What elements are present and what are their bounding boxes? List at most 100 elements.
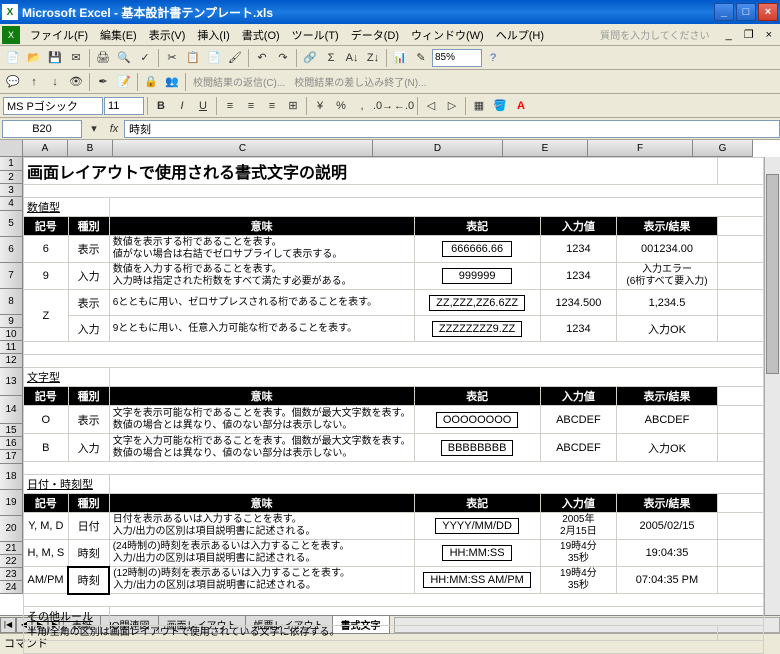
row-header-20[interactable]: 20: [0, 516, 23, 542]
cell[interactable]: 表示: [68, 236, 109, 263]
menu-file[interactable]: ファイル(F): [24, 25, 94, 45]
cell[interactable]: [717, 217, 763, 236]
cell[interactable]: 表示: [68, 406, 109, 434]
cell[interactable]: 1,234.5: [617, 290, 718, 316]
col-header-E[interactable]: E: [503, 140, 588, 157]
cell[interactable]: ABCDEF: [540, 434, 617, 462]
col-header-F[interactable]: F: [588, 140, 693, 157]
cell[interactable]: [24, 185, 764, 198]
menu-tools[interactable]: ツール(T): [286, 25, 345, 45]
row-header-17[interactable]: 17: [0, 450, 23, 464]
cell[interactable]: [717, 158, 763, 185]
cell[interactable]: [717, 263, 763, 290]
percent-icon[interactable]: %: [331, 96, 351, 116]
undo-icon[interactable]: ↶: [252, 48, 272, 68]
row-header-24[interactable]: 24: [0, 581, 23, 594]
menu-help[interactable]: ヘルプ(H): [490, 25, 550, 45]
cell[interactable]: [717, 316, 763, 342]
paste-icon[interactable]: 📄: [204, 48, 224, 68]
fmtpaint-icon[interactable]: 🖌: [225, 48, 245, 68]
sum-icon[interactable]: Σ: [321, 48, 341, 68]
draw-icon[interactable]: ✎: [411, 48, 431, 68]
tab-first-icon[interactable]: |◀: [0, 617, 16, 633]
doc-restore[interactable]: ❐: [738, 26, 760, 43]
open-icon[interactable]: 📂: [24, 48, 44, 68]
row-header-8[interactable]: 8: [0, 289, 23, 315]
close-button[interactable]: ×: [758, 3, 778, 21]
row-header-2[interactable]: 2: [0, 171, 23, 184]
cell[interactable]: 日付を表示あるいは入力することを表す。入力/出力の区別は項目説明書に記述される。: [109, 513, 414, 540]
cell[interactable]: 入力: [68, 316, 109, 342]
cell[interactable]: 入力OK: [617, 434, 718, 462]
cell[interactable]: BBBBBBBB: [414, 434, 540, 462]
cut-icon[interactable]: ✂: [162, 48, 182, 68]
cell[interactable]: Z: [24, 290, 69, 342]
cell[interactable]: 数値を入力する桁であることを表す。入力時は指定された桁数をすべて満たす必要がある…: [109, 263, 414, 290]
cell[interactable]: 種別: [68, 217, 109, 236]
cell[interactable]: [24, 355, 764, 368]
row-header-15[interactable]: 15: [0, 424, 23, 437]
row-header-13[interactable]: 13: [0, 368, 23, 396]
cell[interactable]: 種別: [68, 387, 109, 406]
cell[interactable]: 19:04:35: [617, 540, 718, 567]
col-header-B[interactable]: B: [68, 140, 113, 157]
active-cell[interactable]: 時刻: [68, 567, 109, 594]
cell[interactable]: 9とともに用い、任意入力可能な桁であることを表す。: [109, 316, 414, 342]
ink-icon[interactable]: ✒: [93, 72, 113, 92]
cell[interactable]: 2005/02/15: [617, 513, 718, 540]
inc-decimal-icon[interactable]: .0→: [373, 96, 393, 116]
cell[interactable]: [717, 387, 763, 406]
cell[interactable]: [717, 236, 763, 263]
col-header-G[interactable]: G: [693, 140, 753, 157]
cell[interactable]: 数値を表示する桁であることを表す。値がない場合は右詰でゼロサプライして表示する。: [109, 236, 414, 263]
select-all-corner[interactable]: [0, 140, 23, 157]
zoom-input[interactable]: [432, 49, 482, 67]
row-header-21[interactable]: 21: [0, 542, 23, 555]
row-header-14[interactable]: 14: [0, 396, 23, 424]
review-reply-label[interactable]: 校閲結果の返信(C)...: [189, 74, 289, 89]
cell[interactable]: 入力エラー(6桁すべて要入力): [617, 263, 718, 290]
row-header-22[interactable]: 22: [0, 555, 23, 568]
fill-icon[interactable]: 🪣: [490, 96, 510, 116]
cell[interactable]: その他ルール: [24, 607, 110, 626]
indent-inc-icon[interactable]: ▷: [442, 96, 462, 116]
worksheet[interactable]: ABCDEFG 12345678910111213141516171819202…: [0, 140, 780, 615]
comment-next-icon[interactable]: ↓: [45, 72, 65, 92]
print-icon[interactable]: 🖨: [93, 48, 113, 68]
track-icon[interactable]: 📝: [114, 72, 134, 92]
cell[interactable]: AM/PM: [24, 567, 69, 594]
cell[interactable]: 意味: [109, 387, 414, 406]
cell[interactable]: 1234.500: [540, 290, 617, 316]
cell[interactable]: 表記: [414, 217, 540, 236]
cell[interactable]: 入力: [68, 263, 109, 290]
cell[interactable]: 999999: [414, 263, 540, 290]
cell[interactable]: 1234: [540, 316, 617, 342]
font-size[interactable]: [104, 97, 144, 115]
currency-icon[interactable]: ¥: [310, 96, 330, 116]
menu-data[interactable]: データ(D): [345, 25, 405, 45]
name-box[interactable]: [2, 120, 82, 138]
cell[interactable]: 入力OK: [617, 316, 718, 342]
cell[interactable]: 表示/結果: [617, 387, 718, 406]
maximize-button[interactable]: □: [736, 3, 756, 21]
scroll-thumb[interactable]: [766, 174, 779, 374]
cell[interactable]: [717, 406, 763, 434]
review-merge-label[interactable]: 校閲結果の差し込み終了(N)...: [290, 74, 430, 89]
protect-icon[interactable]: 🔒: [141, 72, 161, 92]
cell[interactable]: 6とともに用い、ゼロサプレスされる桁であることを表す。: [109, 290, 414, 316]
spell-icon[interactable]: ✓: [135, 48, 155, 68]
cell[interactable]: 1234: [540, 236, 617, 263]
cell[interactable]: 表示/結果: [617, 217, 718, 236]
fx-icon[interactable]: fx: [104, 123, 124, 135]
cell[interactable]: 時刻: [68, 540, 109, 567]
cell[interactable]: 6: [24, 236, 69, 263]
cell[interactable]: [717, 494, 763, 513]
namebox-dropdown-icon[interactable]: ▾: [84, 119, 104, 139]
cell[interactable]: 001234.00: [617, 236, 718, 263]
cell[interactable]: 入力値: [540, 387, 617, 406]
cell[interactable]: 2005年2月15日: [540, 513, 617, 540]
minimize-button[interactable]: _: [714, 3, 734, 21]
doc-close[interactable]: ×: [760, 27, 778, 43]
merge-icon[interactable]: ⊞: [283, 96, 303, 116]
row-header-4[interactable]: 4: [0, 197, 23, 211]
